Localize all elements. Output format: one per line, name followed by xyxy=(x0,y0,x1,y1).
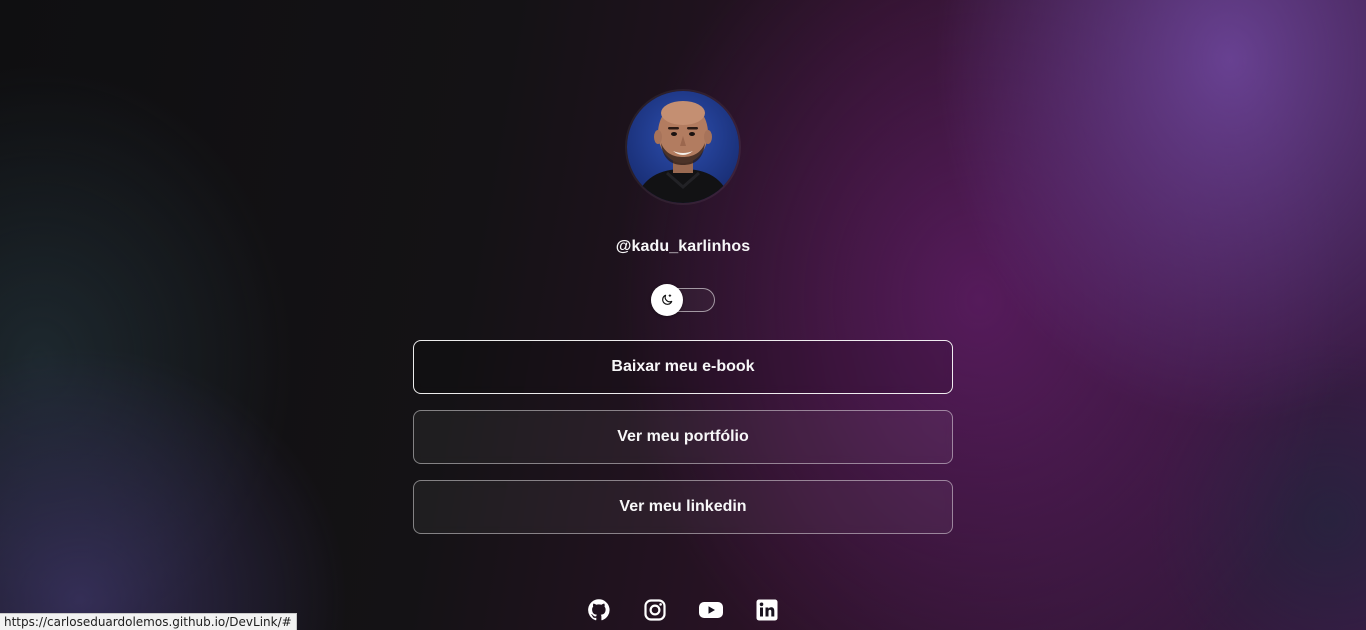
ebook-button-label: Baixar meu e-book xyxy=(611,358,755,375)
linkedin-icon xyxy=(756,599,778,621)
linkedin-button[interactable]: Ver meu linkedin xyxy=(413,480,953,534)
avatar xyxy=(627,91,739,203)
browser-status-bar: https://carloseduardolemos.github.io/Dev… xyxy=(0,613,297,630)
page: @kadu_karlinhos Baixar meu e-book Ver me… xyxy=(0,0,1366,630)
youtube-link[interactable] xyxy=(698,597,724,623)
social-links xyxy=(586,597,780,623)
linkedin-button-label: Ver meu linkedin xyxy=(619,498,747,515)
portfolio-button[interactable]: Ver meu portfólio xyxy=(413,410,953,464)
instagram-icon xyxy=(644,599,666,621)
profile-photo xyxy=(627,91,739,203)
github-icon xyxy=(588,599,610,621)
theme-toggle[interactable] xyxy=(651,284,715,316)
portfolio-button-label: Ver meu portfólio xyxy=(617,428,749,445)
github-link[interactable] xyxy=(586,597,612,623)
youtube-icon xyxy=(699,602,723,618)
toggle-knob[interactable] xyxy=(651,284,683,316)
profile-handle: @kadu_karlinhos xyxy=(615,238,751,255)
instagram-link[interactable] xyxy=(642,597,668,623)
linkedin-link[interactable] xyxy=(754,597,780,623)
link-list: Baixar meu e-book Ver meu portfólio Ver … xyxy=(413,340,953,550)
moon-icon xyxy=(662,294,673,305)
ebook-button[interactable]: Baixar meu e-book xyxy=(413,340,953,394)
